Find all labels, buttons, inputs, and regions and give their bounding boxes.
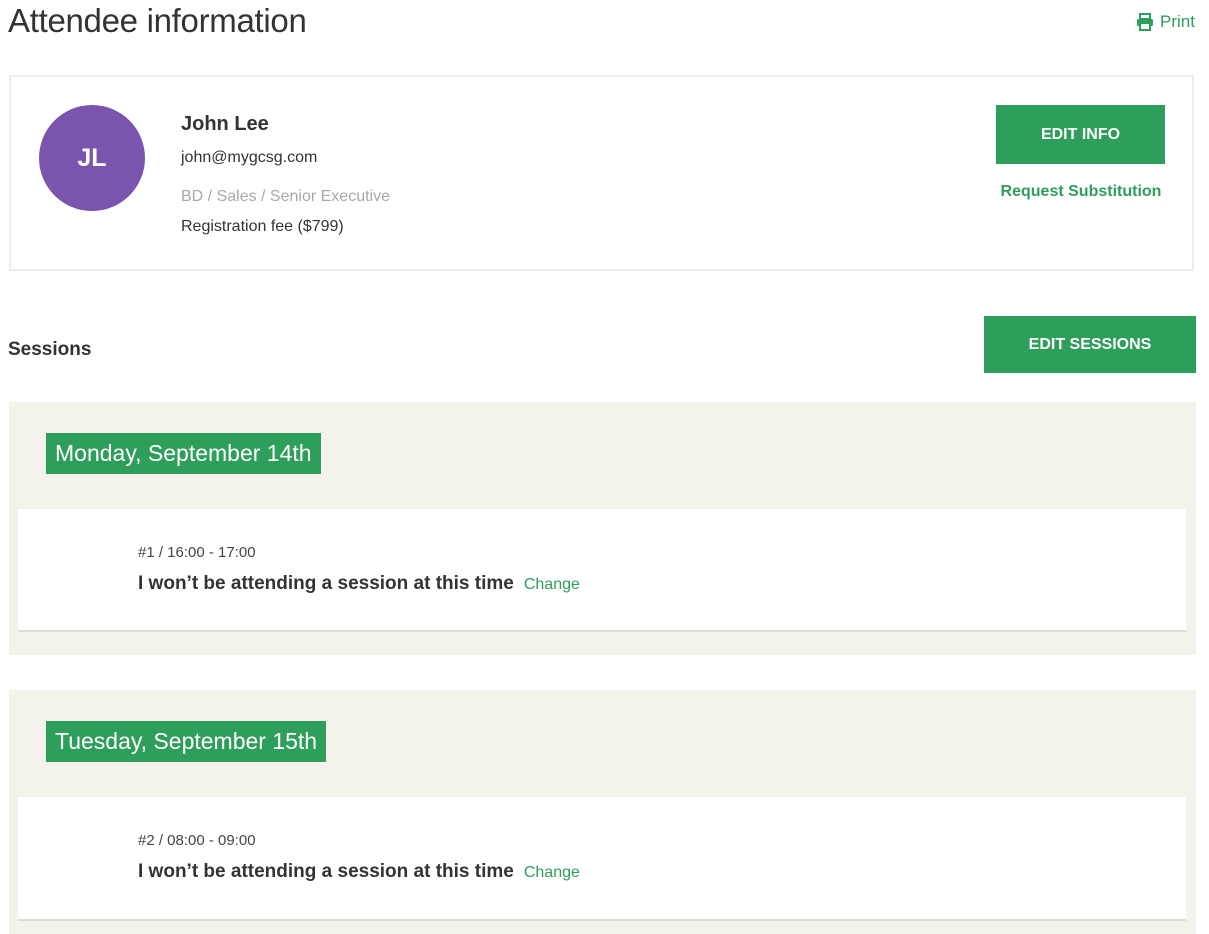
avatar: JL	[39, 105, 145, 211]
day-header: Tuesday, September 15th	[46, 721, 327, 762]
session-card: #1 / 16:00 - 17:00 I won’t be attending …	[18, 509, 1186, 632]
sessions-heading: Sessions	[8, 339, 92, 360]
session-time: #2 / 08:00 - 09:00	[138, 832, 256, 849]
printer-icon	[1137, 13, 1154, 31]
edit-sessions-button[interactable]: EDIT SESSIONS	[984, 316, 1196, 373]
print-link[interactable]: Print	[1136, 12, 1195, 32]
session-status: I won’t be attending a session at this t…	[138, 861, 514, 882]
session-card: #2 / 08:00 - 09:00 I won’t be attending …	[18, 797, 1186, 921]
change-session-link[interactable]: Change	[524, 864, 580, 882]
registration-fee: Registration fee ($799)	[181, 218, 344, 235]
print-label: Print	[1160, 12, 1195, 31]
session-status: I won’t be attending a session at this t…	[138, 573, 514, 594]
session-status-row: I won’t be attending a session at this t…	[138, 861, 580, 883]
session-status-row: I won’t be attending a session at this t…	[138, 573, 580, 595]
day-section: Tuesday, September 15th #2 / 08:00 - 09:…	[9, 690, 1196, 934]
attendee-name: John Lee	[181, 113, 269, 135]
attendee-role: BD / Sales / Senior Executive	[181, 188, 390, 205]
change-session-link[interactable]: Change	[524, 576, 580, 594]
page-title: Attendee information	[8, 2, 307, 39]
day-section: Monday, September 14th #1 / 16:00 - 17:0…	[9, 402, 1196, 655]
attendee-email: john@mygcsg.com	[181, 149, 318, 166]
day-header: Monday, September 14th	[46, 433, 321, 474]
attendee-card: JL John Lee john@mygcsg.com BD / Sales /…	[9, 75, 1194, 271]
request-substitution-link[interactable]: Request Substitution	[981, 183, 1181, 201]
session-time: #1 / 16:00 - 17:00	[138, 544, 256, 561]
edit-info-button[interactable]: EDIT INFO	[996, 105, 1165, 164]
